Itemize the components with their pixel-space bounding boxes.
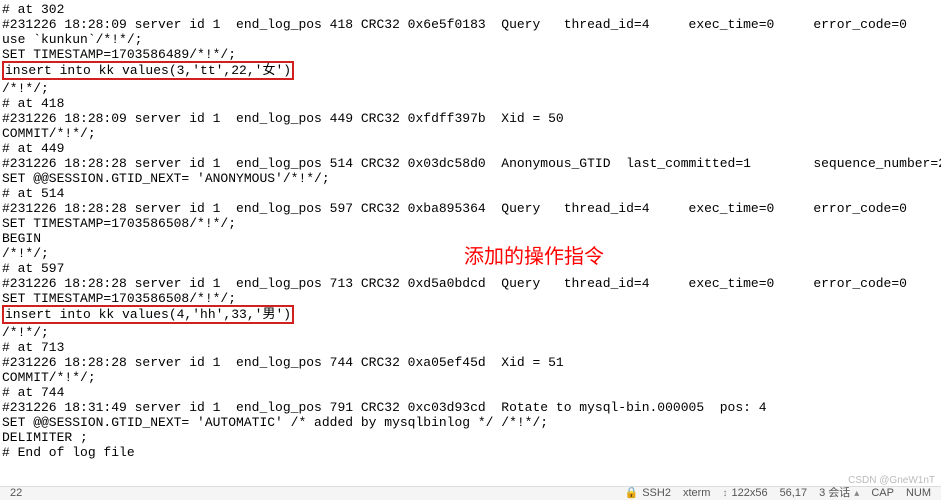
log-line: #231226 18:28:28 server id 1 end_log_pos… [2, 355, 939, 370]
log-line: #231226 18:28:28 server id 1 end_log_pos… [2, 156, 939, 171]
status-sessions: 3 会话 ▴ [819, 486, 859, 500]
terminal-output[interactable]: # at 302#231226 18:28:09 server id 1 end… [0, 0, 941, 462]
chevron-up-icon: ▴ [854, 486, 859, 500]
status-cap: CAP [871, 486, 894, 500]
annotation-label: 添加的操作指令 [464, 250, 604, 265]
log-line: # at 302 [2, 2, 939, 17]
log-line: #231226 18:28:28 server id 1 end_log_pos… [2, 201, 939, 216]
log-line: BEGIN [2, 231, 939, 246]
highlighted-statement: insert into kk values(3,'tt',22,'女') [2, 61, 294, 80]
resize-icon: ↕ [722, 486, 727, 500]
status-size: ↕ 122x56 [722, 486, 767, 500]
log-line: /*!*/; [2, 325, 939, 340]
log-line: # at 713 [2, 340, 939, 355]
log-line: # at 744 [2, 385, 939, 400]
log-line: # at 449 [2, 141, 939, 156]
log-line: # End of log file [2, 445, 939, 460]
log-line: #231226 18:28:09 server id 1 end_log_pos… [2, 111, 939, 126]
log-line: insert into kk values(4,'hh',33,'男') [2, 306, 939, 325]
log-line: SET TIMESTAMP=1703586508/*!*/; [2, 216, 939, 231]
log-line: use `kunkun`/*!*/; [2, 32, 939, 47]
log-line: DELIMITER ; [2, 430, 939, 445]
log-line: #231226 18:28:28 server id 1 end_log_pos… [2, 276, 939, 291]
status-bar: 22 🔒 SSH2 xterm ↕ 122x56 56,17 3 会话 ▴ CA… [0, 486, 941, 500]
status-pos: 56,17 [780, 486, 808, 500]
lock-icon: 🔒 [625, 486, 639, 500]
status-term: xterm [683, 486, 711, 500]
log-line: COMMIT/*!*/; [2, 126, 939, 141]
log-line: /*!*/; [2, 81, 939, 96]
status-left: 22 [10, 486, 22, 500]
log-line: SET TIMESTAMP=1703586489/*!*/; [2, 47, 939, 62]
status-ssh: 🔒 SSH2 [625, 486, 671, 500]
log-line: # at 514 [2, 186, 939, 201]
log-line: SET TIMESTAMP=1703586508/*!*/; [2, 291, 939, 306]
log-line: SET @@SESSION.GTID_NEXT= 'AUTOMATIC' /* … [2, 415, 939, 430]
log-line: # at 418 [2, 96, 939, 111]
highlighted-statement: insert into kk values(4,'hh',33,'男') [2, 305, 294, 324]
log-line: SET @@SESSION.GTID_NEXT= 'ANONYMOUS'/*!*… [2, 171, 939, 186]
log-line: #231226 18:28:09 server id 1 end_log_pos… [2, 17, 939, 32]
status-num: NUM [906, 486, 931, 500]
log-line: COMMIT/*!*/; [2, 370, 939, 385]
log-line: #231226 18:31:49 server id 1 end_log_pos… [2, 400, 939, 415]
log-line: insert into kk values(3,'tt',22,'女') [2, 62, 939, 81]
